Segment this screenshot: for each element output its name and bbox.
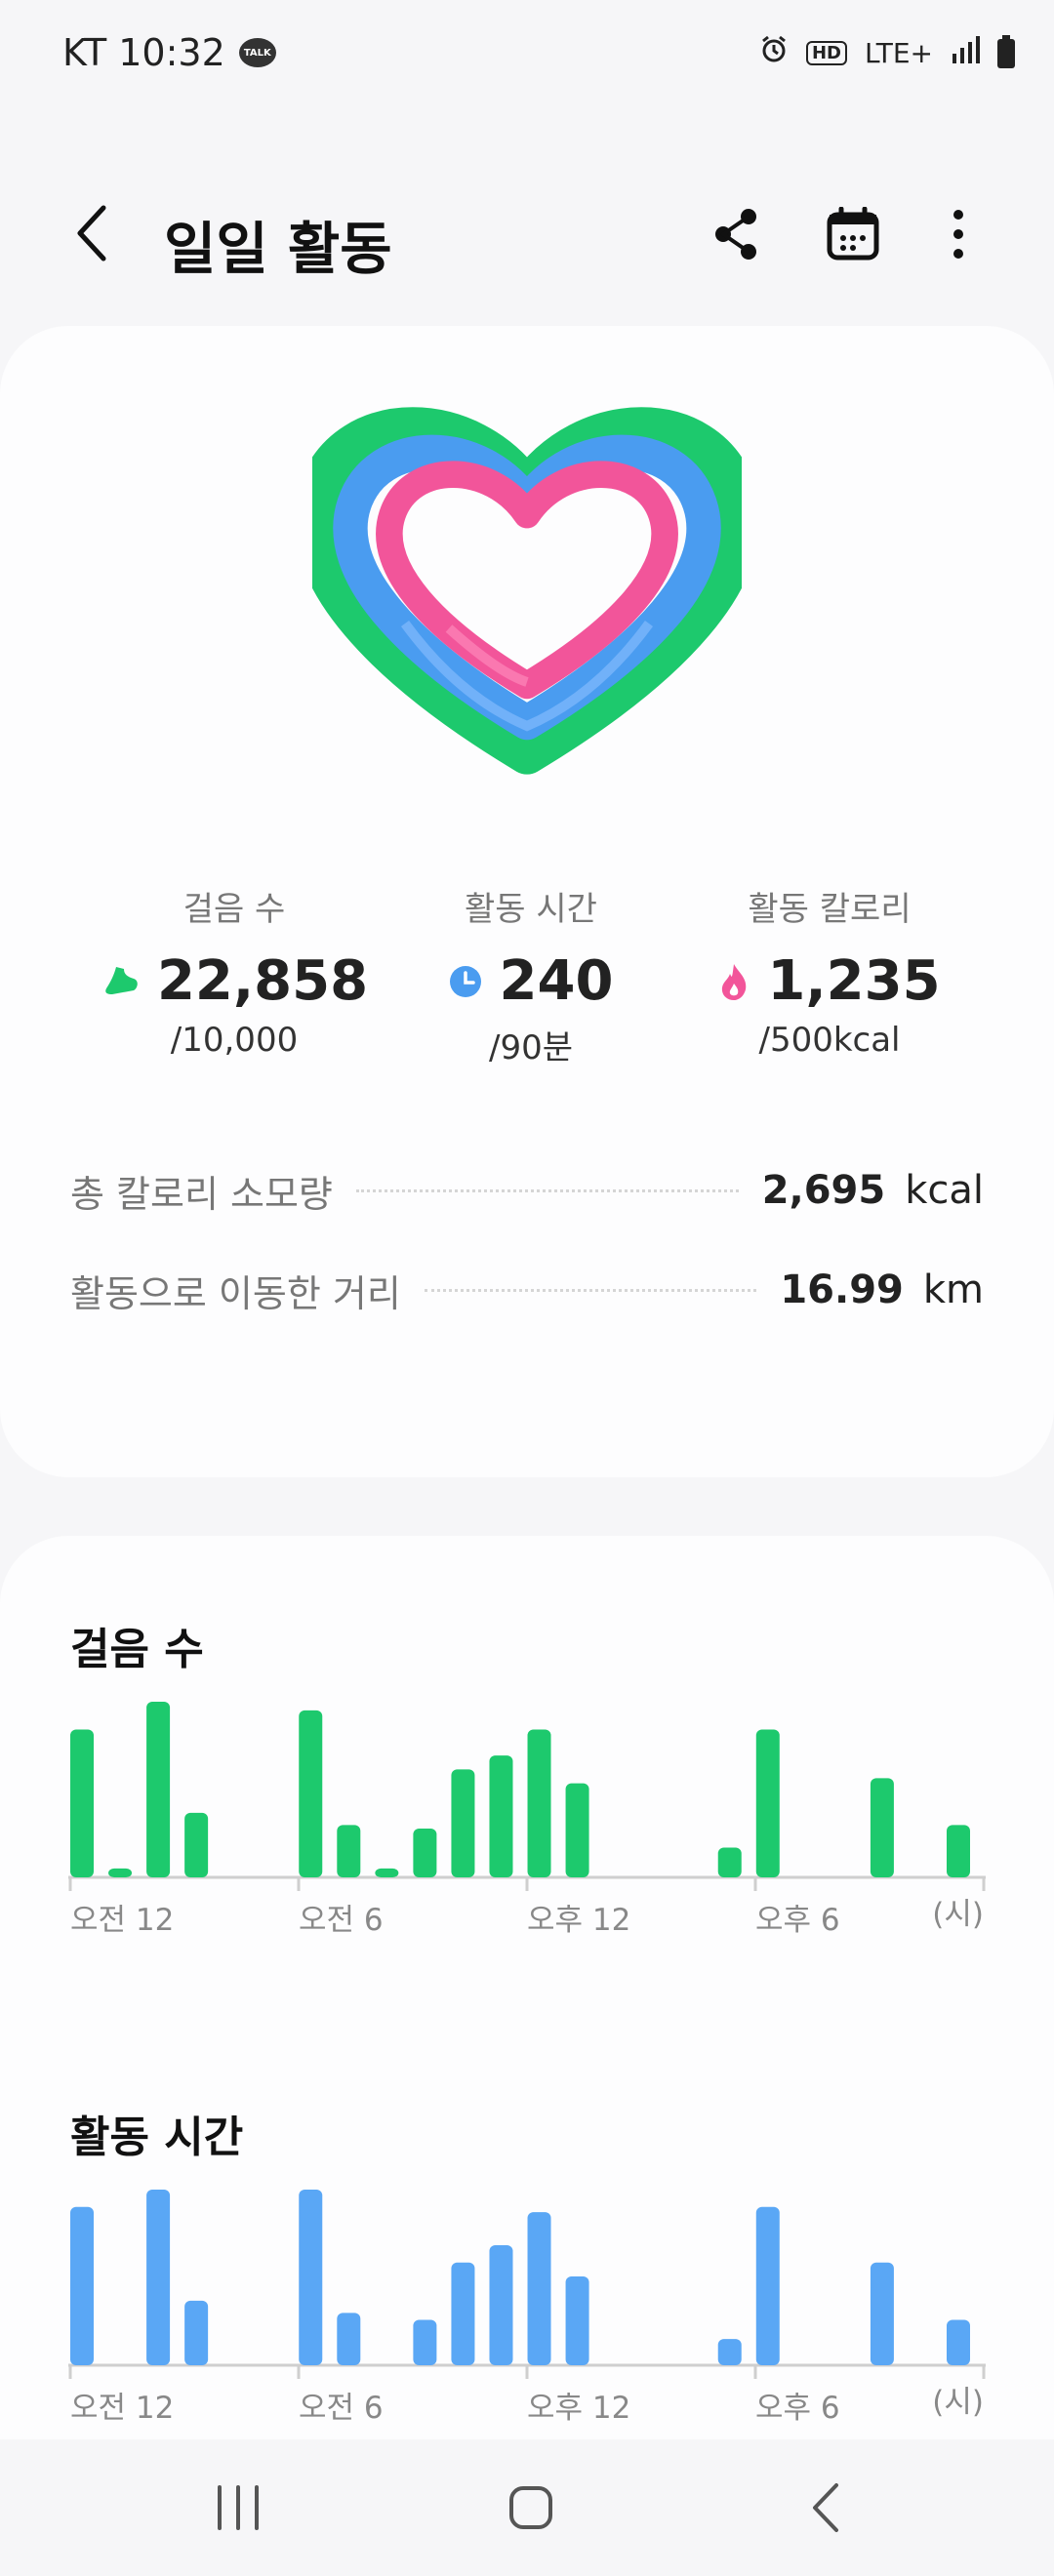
steps-hourly-chart[interactable]: 오전 12 오전 6 오후 12 오후 6 (시) <box>0 1702 1054 1955</box>
chart-bar <box>489 1755 513 1877</box>
hourly-charts-card: 걸음 수 오전 12 오전 6 오후 12 오후 6 (시) 활동 시간 오전 12 오전… <box>0 1536 1054 2512</box>
active-time-metric: 활동 시간 240 /90분 <box>375 882 687 1068</box>
status-bar: KT 10:32 TALK HD LTE+ <box>0 0 1054 107</box>
chart-bar <box>299 1710 323 1877</box>
total-calories-row: 총 칼로리 소모량 2,695 kcal <box>70 1161 984 1220</box>
chart-unit-label: (시) <box>932 1897 984 1932</box>
activity-heart-rings <box>312 404 742 794</box>
chart-bar <box>184 1812 209 1877</box>
dotted-divider <box>355 1188 739 1192</box>
steps-chart-title: 걸음 수 <box>70 1625 204 1674</box>
alarm-icon <box>759 35 789 71</box>
calories-goal: /500kcal <box>758 1021 901 1060</box>
page-title: 일일 활동 <box>164 216 392 282</box>
back-arrow-icon <box>813 2483 838 2532</box>
chart-tick-label: 오후 12 <box>527 1903 630 1938</box>
share-icon <box>715 209 756 260</box>
home-button[interactable] <box>482 2469 580 2547</box>
shoe-icon <box>105 966 138 994</box>
chart-bar <box>489 2244 513 2365</box>
chart-tick-label: 오후 6 <box>755 1903 840 1938</box>
chart-tick-label: 오전 6 <box>299 2391 384 2426</box>
system-nav-bar <box>0 2439 1054 2576</box>
total-calories-unit: kcal <box>905 1168 984 1213</box>
chart-bar <box>70 2206 94 2365</box>
hd-voice-icon: HD <box>805 41 847 65</box>
chart-bar <box>146 1702 171 1877</box>
chart-bar <box>413 1828 437 1877</box>
status-left: KT 10:32 TALK <box>62 31 276 74</box>
calendar-icon <box>827 207 879 261</box>
chart-tick-label: 오전 12 <box>70 1903 174 1938</box>
chart-bar <box>870 1778 894 1877</box>
total-calories-value: 2,695 <box>761 1168 886 1213</box>
distance-label: 활동으로 이동한 거리 <box>70 1271 401 1315</box>
chart-bar <box>755 1729 780 1877</box>
kakaotalk-icon: TALK <box>238 38 276 67</box>
steps-goal: /10,000 <box>170 1021 299 1060</box>
chart-bar <box>527 1729 551 1877</box>
recent-apps-button[interactable] <box>189 2469 287 2547</box>
flame-icon <box>722 963 747 1000</box>
chart-bar <box>70 1729 94 1877</box>
total-calories-label: 총 칼로리 소모량 <box>70 1172 333 1216</box>
chart-bar <box>755 2206 780 2365</box>
chart-bar <box>947 2319 970 2365</box>
nav-back-button[interactable] <box>777 2469 874 2547</box>
chart-bar <box>947 1825 970 1877</box>
chart-bar <box>451 1769 475 1877</box>
distance-unit: km <box>922 1268 984 1312</box>
share-button[interactable] <box>701 199 771 269</box>
steps-metric: 걸음 수 22,858 /10,000 <box>78 882 390 1060</box>
chevron-left-icon <box>77 205 106 262</box>
distance-row: 활동으로 이동한 거리 16.99 km <box>70 1261 984 1319</box>
chart-bar <box>565 1783 589 1877</box>
chart-bar <box>146 2190 171 2365</box>
signal-icon <box>951 36 980 70</box>
recent-apps-icon <box>218 2485 259 2530</box>
chart-bar <box>717 1847 742 1877</box>
chart-bar <box>337 2313 361 2365</box>
chart-bar <box>870 2262 894 2365</box>
chart-bar <box>375 1868 399 1877</box>
chart-unit-label: (시) <box>932 2385 984 2420</box>
chart-tick-label: 오전 12 <box>70 2391 174 2426</box>
status-right: HD LTE+ <box>759 34 1015 71</box>
chart-tick-label: 오전 6 <box>299 1903 384 1938</box>
steps-label: 걸음 수 <box>182 890 286 929</box>
more-options-button[interactable] <box>923 199 993 269</box>
chart-bar <box>337 1825 361 1877</box>
carrier-time: KT 10:32 <box>62 31 225 74</box>
back-button[interactable] <box>62 199 121 267</box>
more-vertical-icon <box>953 210 963 259</box>
chart-bar <box>717 2339 742 2365</box>
chart-bar <box>451 2262 475 2365</box>
calories-value: 1,235 <box>767 949 941 1013</box>
activity-summary-card: 걸음 수 22,858 /10,000 활동 시간 240 /90분 활동 칼로… <box>0 326 1054 1477</box>
active-time-label: 활동 시간 <box>465 890 597 929</box>
chart-bar <box>413 2319 437 2365</box>
home-icon <box>509 2486 552 2529</box>
active-time-value: 240 <box>499 949 614 1013</box>
active-time-hourly-chart[interactable]: 오전 12 오전 6 오후 12 오후 6 (시) <box>0 2190 1054 2443</box>
dotted-divider <box>424 1288 757 1292</box>
calendar-button[interactable] <box>818 199 888 269</box>
chart-bar <box>184 2300 209 2365</box>
chart-bar <box>565 2276 589 2365</box>
chart-bar <box>527 2212 551 2365</box>
chart-tick-label: 오후 12 <box>527 2391 630 2426</box>
distance-value: 16.99 <box>780 1268 904 1312</box>
battery-icon <box>997 34 1015 68</box>
chart-bar <box>299 2190 323 2365</box>
header: 일일 활동 <box>0 185 1054 283</box>
active-time-chart-title: 활동 시간 <box>70 2113 244 2162</box>
active-time-goal: /90분 <box>489 1028 573 1067</box>
steps-value: 22,858 <box>156 949 369 1013</box>
calories-metric: 활동 칼로리 1,235 /500kcal <box>673 882 986 1060</box>
clock-icon <box>449 965 481 997</box>
lte-icon: LTE+ <box>865 37 933 69</box>
chart-tick-label: 오후 6 <box>755 2391 840 2426</box>
calories-label: 활동 칼로리 <box>748 890 912 929</box>
chart-bar <box>108 1868 133 1877</box>
